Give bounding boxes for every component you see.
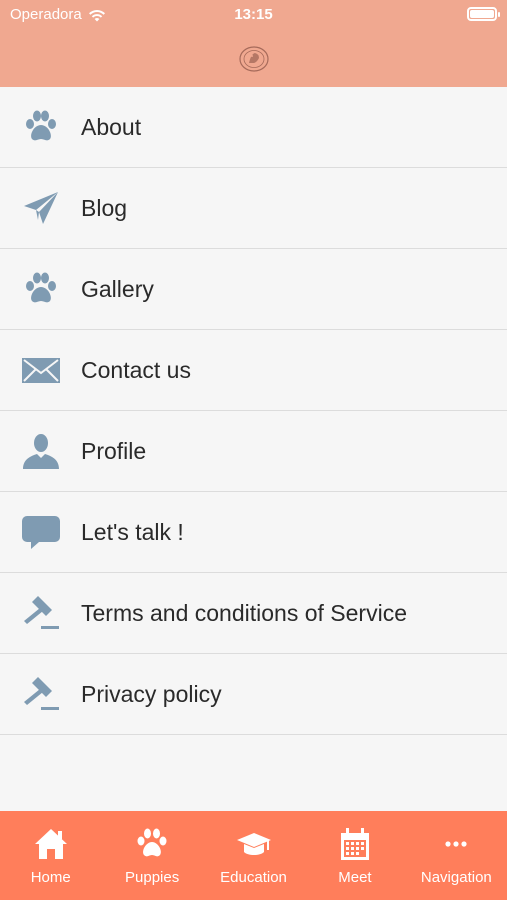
kennel-logo [239, 46, 269, 72]
envelope-icon [20, 349, 62, 391]
tab-label: Home [30, 869, 71, 886]
menu-item-label: Terms and conditions of Service [81, 599, 407, 626]
gavel-icon [20, 592, 62, 634]
user-icon [20, 430, 62, 472]
menu-item-privacy-policy[interactable]: Privacy policy [0, 654, 507, 735]
speech-bubble-icon [20, 511, 62, 553]
menu-item-label: About [81, 113, 142, 140]
tab-home[interactable]: Home [0, 811, 101, 900]
tab-meet[interactable]: Meet [304, 811, 405, 900]
paw-icon [137, 828, 167, 857]
menu-item-label: Privacy policy [81, 680, 222, 707]
paw-icon [20, 106, 62, 148]
tab-education[interactable]: Education [203, 811, 304, 900]
menu-item-label: Gallery [81, 275, 154, 302]
menu-item-label: Contact us [81, 356, 191, 383]
menu-item-label: Profile [81, 437, 147, 464]
home-icon [34, 829, 67, 859]
status-time: 13:15 [234, 6, 273, 23]
menu-item-blog[interactable]: Blog [0, 168, 507, 249]
tab-label: Meet [338, 869, 372, 886]
graduation-cap-icon [236, 833, 271, 855]
more-dots-icon [445, 841, 467, 847]
paper-plane-icon [20, 187, 62, 229]
calendar-icon [340, 828, 369, 860]
menu-item-about[interactable]: About [0, 87, 507, 168]
menu-item-gallery[interactable]: Gallery [0, 249, 507, 330]
battery-icon [467, 7, 500, 21]
tab-puppies[interactable]: Puppies [101, 811, 202, 900]
tab-navigation[interactable]: Navigation [406, 811, 507, 900]
side-menu: About Blog Gallery Contact us Profile Le… [0, 87, 507, 735]
menu-item-contact-us[interactable]: Contact us [0, 330, 507, 411]
menu-item-lets-talk[interactable]: Let's talk ! [0, 492, 507, 573]
paw-icon [20, 268, 62, 310]
menu-item-label: Let's talk ! [81, 518, 184, 545]
tab-label: Puppies [125, 869, 180, 886]
menu-item-label: Blog [81, 194, 128, 221]
bottom-tab-bar: Home Puppies Education Meet Navigation [0, 811, 507, 900]
menu-item-terms[interactable]: Terms and conditions of Service [0, 573, 507, 654]
tab-label: Navigation [420, 869, 492, 886]
gavel-icon [20, 673, 62, 715]
menu-item-profile[interactable]: Profile [0, 411, 507, 492]
status-bar: Operadora 13:15 [0, 0, 507, 30]
app-header: Operadora 13:15 [0, 0, 507, 87]
tab-label: Education [220, 869, 287, 886]
